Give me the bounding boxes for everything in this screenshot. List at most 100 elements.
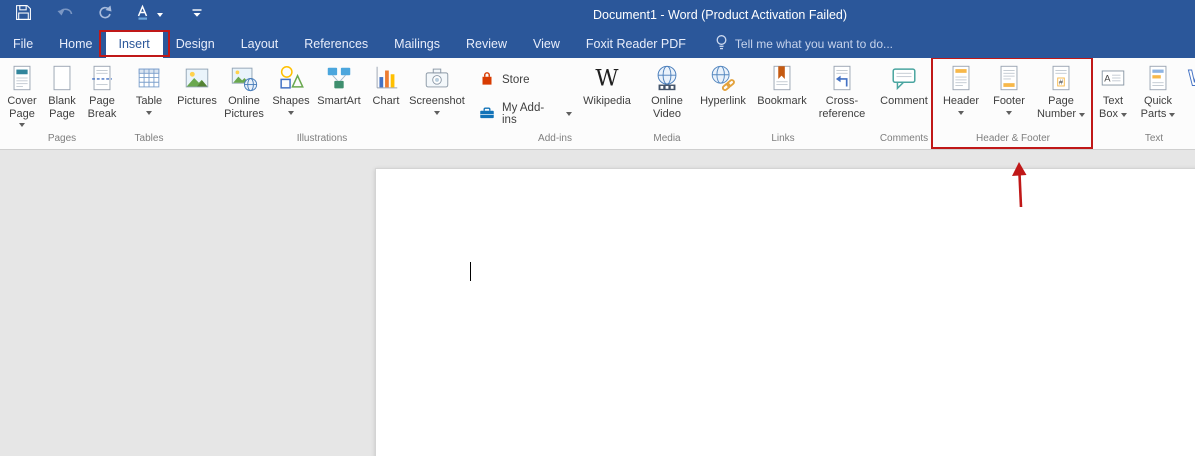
dropdown-caret	[19, 123, 25, 127]
ribbon-group-links: Hyperlink Bookmark Cross-reference Links	[693, 58, 873, 149]
cover-page-label: Cover Page	[7, 95, 37, 120]
store-button[interactable]: Store	[478, 70, 572, 90]
text-box-icon: A	[1098, 61, 1128, 95]
group-label-links: Links	[771, 133, 795, 144]
header-button[interactable]: Header	[937, 58, 985, 130]
ribbon-group-media: Online Video Media	[641, 58, 693, 149]
cross-reference-label: Cross-reference	[818, 95, 866, 120]
text-tool-icon	[135, 4, 151, 26]
hyperlink-icon	[708, 61, 738, 95]
customize-toolbar-icon	[190, 6, 204, 25]
tab-insert-label: Insert	[118, 37, 150, 51]
tab-home[interactable]: Home	[46, 30, 105, 58]
tab-references[interactable]: References	[291, 30, 381, 58]
blank-page-button[interactable]: Blank Page	[42, 58, 82, 130]
comment-bubble-icon	[889, 61, 919, 95]
tell-me-box[interactable]: Tell me what you want to do...	[715, 30, 893, 58]
ribbon-group-comments: Comment Comments	[873, 58, 935, 149]
svg-text:W: W	[595, 66, 619, 92]
smartart-icon	[324, 61, 354, 95]
save-floppy-icon	[15, 4, 32, 26]
page-break-button[interactable]: Page Break	[82, 58, 122, 130]
page-number-label: Page Number	[1036, 95, 1077, 120]
tab-foxit-reader-pdf[interactable]: Foxit Reader PDF	[573, 30, 699, 58]
wordart-button[interactable]: W	[1182, 58, 1195, 130]
wikipedia-button[interactable]: W Wikipedia	[574, 58, 640, 130]
cover-page-icon	[7, 61, 37, 95]
window-title: Document1 - Word (Product Activation Fai…	[593, 8, 848, 22]
redo-arrow-icon	[97, 5, 113, 26]
quick-parts-button[interactable]: Quick Parts	[1134, 58, 1182, 130]
quick-access-toolbar	[0, 2, 210, 28]
addins-small-buttons: Store My Add-ins	[470, 58, 574, 126]
chart-button[interactable]: Chart	[366, 58, 406, 130]
table-button[interactable]: Table	[124, 58, 174, 130]
group-label-media: Media	[653, 133, 681, 144]
tab-file[interactable]: File	[0, 30, 46, 58]
dropdown-caret	[1079, 112, 1086, 117]
text-box-label: Text Box	[1099, 95, 1124, 120]
bookmark-button[interactable]: Bookmark	[753, 58, 811, 130]
ribbon-group-header-footer: Header Footer # Page Number Header & Foo…	[931, 58, 1093, 149]
tab-view[interactable]: View	[520, 30, 573, 58]
save-button[interactable]	[8, 2, 38, 28]
ribbon-group-text: A Text Box Quick Parts W Text	[1091, 58, 1195, 149]
customize-quick-access-button[interactable]	[184, 2, 210, 28]
svg-text:W: W	[1188, 66, 1195, 91]
wikipedia-icon: W	[592, 61, 622, 95]
cover-page-button[interactable]: Cover Page	[2, 58, 42, 130]
qat-tool-button[interactable]	[132, 2, 166, 28]
wordart-icon: W	[1184, 61, 1195, 95]
cross-reference-button[interactable]: Cross-reference	[813, 58, 871, 130]
tab-review[interactable]: Review	[453, 30, 520, 58]
page-number-icon: #	[1046, 61, 1076, 95]
online-pictures-button[interactable]: Online Pictures	[218, 58, 270, 130]
bookmark-label: Bookmark	[757, 95, 807, 107]
dropdown-caret	[434, 110, 440, 115]
footer-button[interactable]: Footer	[987, 58, 1031, 130]
my-addins-label: My Add-ins	[502, 102, 545, 126]
dropdown-caret	[1006, 110, 1012, 115]
pictures-icon	[182, 61, 212, 95]
tab-mailings[interactable]: Mailings	[381, 30, 453, 58]
shapes-label: Shapes	[272, 95, 310, 107]
comment-label: Comment	[880, 95, 928, 107]
red-arrow-annotation	[1006, 160, 1034, 215]
smartart-button[interactable]: SmartArt	[312, 58, 366, 130]
tab-insert[interactable]: Insert	[98, 30, 170, 58]
comment-button[interactable]: Comment	[874, 58, 934, 130]
dropdown-caret	[566, 112, 572, 116]
dropdown-caret	[157, 13, 163, 17]
lightbulb-icon	[715, 34, 728, 54]
tab-design[interactable]: Design	[163, 30, 228, 58]
dropdown-caret	[1169, 112, 1176, 117]
ribbon-group-tables: Table Tables	[123, 58, 175, 149]
dropdown-caret	[958, 110, 964, 115]
page-number-button[interactable]: # Page Number	[1033, 58, 1089, 130]
document-area	[0, 150, 1195, 456]
undo-arrow-icon	[56, 5, 74, 26]
tab-layout[interactable]: Layout	[228, 30, 292, 58]
dropdown-caret	[1120, 112, 1127, 117]
online-video-button[interactable]: Online Video	[642, 58, 692, 130]
quick-parts-icon	[1143, 61, 1173, 95]
text-cursor	[470, 262, 471, 281]
group-label-text: Text	[1144, 133, 1164, 144]
my-addins-button[interactable]: My Add-ins	[478, 102, 572, 126]
tell-me-label: Tell me what you want to do...	[734, 37, 894, 51]
shapes-button[interactable]: Shapes	[270, 58, 312, 130]
online-pictures-label: Online Pictures	[224, 95, 264, 120]
redo-button[interactable]	[90, 2, 120, 28]
word-window: Document1 - Word (Product Activation Fai…	[0, 0, 1195, 456]
pictures-button[interactable]: Pictures	[176, 58, 218, 130]
hyperlink-button[interactable]: Hyperlink	[695, 58, 751, 130]
document-page[interactable]	[375, 168, 1195, 456]
cross-reference-icon	[827, 61, 857, 95]
undo-button[interactable]	[50, 2, 80, 28]
screenshot-label: Screenshot	[409, 95, 465, 107]
group-label-header-footer: Header & Footer	[976, 133, 1050, 144]
screenshot-button[interactable]: Screenshot	[406, 58, 468, 130]
footer-label: Footer	[993, 95, 1025, 107]
text-box-button[interactable]: A Text Box	[1092, 58, 1134, 130]
shapes-icon	[276, 61, 306, 95]
